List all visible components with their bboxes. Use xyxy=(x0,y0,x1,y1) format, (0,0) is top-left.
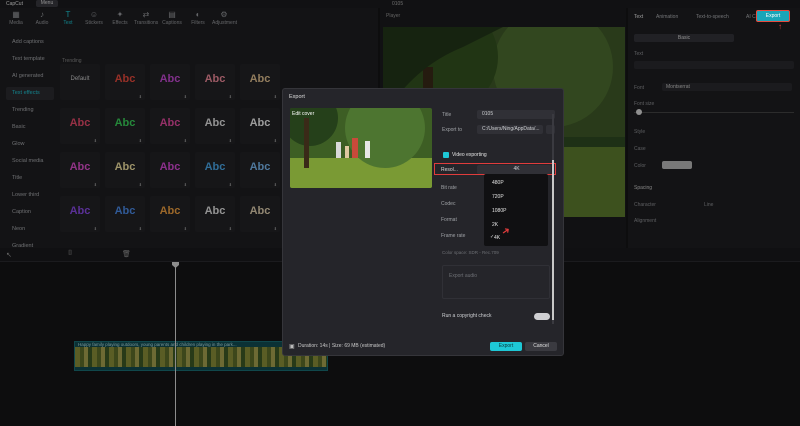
film-icon: ▣ xyxy=(289,344,295,350)
video-export-checkbox[interactable] xyxy=(443,152,449,158)
copyright-check-toggle[interactable] xyxy=(534,313,550,320)
option-2k[interactable]: 2K xyxy=(492,222,498,228)
option-480p[interactable]: 480P xyxy=(492,180,504,186)
framerate-label: Frame rate xyxy=(441,233,466,239)
resolution-select[interactable]: 4K xyxy=(477,165,551,174)
title-input[interactable]: 0105 xyxy=(477,110,555,119)
duration-size-text: Duration: 14s | Size: 69 MB (estimated) xyxy=(298,343,386,349)
cover-thumbnail[interactable] xyxy=(290,108,432,188)
codec-label: Codec xyxy=(441,201,456,207)
format-label: Format xyxy=(441,217,457,223)
arrow-up-annotation-icon: ↑ xyxy=(778,22,782,31)
dialog-scrollbar[interactable] xyxy=(552,160,554,320)
edit-cover-button[interactable]: Edit cover xyxy=(292,111,314,117)
option-1080p[interactable]: 1080P xyxy=(492,208,506,214)
title-label: Title xyxy=(442,112,452,118)
export-button[interactable]: Export xyxy=(490,342,522,351)
export-button-top[interactable]: Export xyxy=(756,10,790,22)
cancel-button[interactable]: Cancel xyxy=(525,342,557,351)
export-to-label: Export to xyxy=(442,127,463,133)
export-audio-section xyxy=(442,265,550,299)
option-720p[interactable]: 720P xyxy=(492,194,504,200)
video-exporting-label: Video exporting xyxy=(452,152,487,158)
color-space-text: Color space: SDR - Rec.709 xyxy=(442,250,499,255)
export-audio-label[interactable]: Export audio xyxy=(449,273,477,279)
checkmark-icon: ✓ xyxy=(490,234,495,240)
option-4k[interactable]: 4K xyxy=(494,235,500,241)
dialog-title: Export xyxy=(289,94,305,100)
resolution-label: Resol... xyxy=(441,167,458,173)
copyright-check-label: Run a copyright check xyxy=(442,313,492,319)
bitrate-label: Bit rate xyxy=(441,185,457,191)
export-path-input[interactable]: C:/Users/Ning/AppData/... xyxy=(477,125,543,134)
